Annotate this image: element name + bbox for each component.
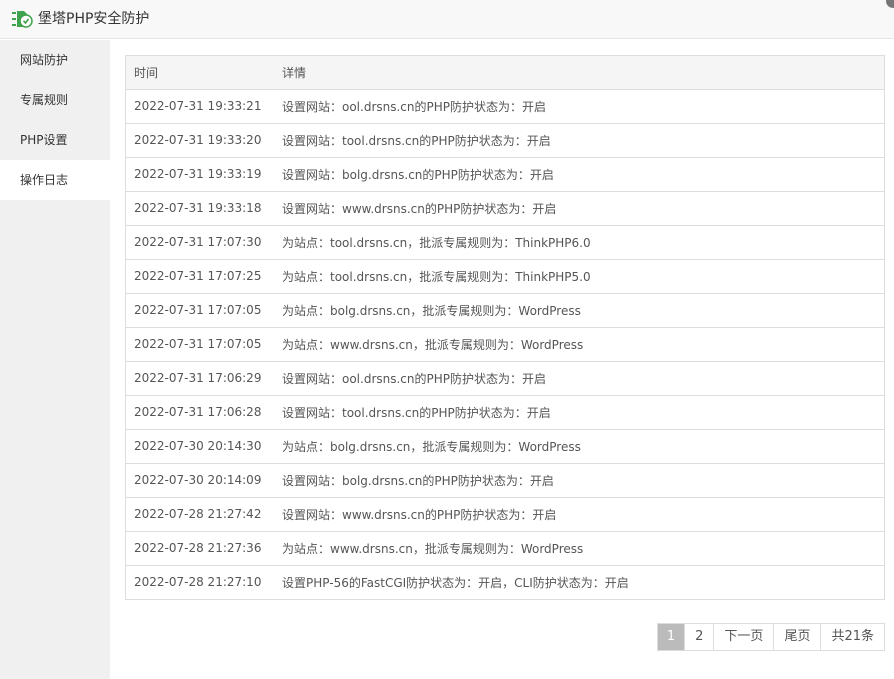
table-row: 2022-07-31 17:06:28 设置网站：tool.drsns.cn的PH… [126, 395, 884, 429]
next-page-button[interactable]: 下一页 [713, 624, 774, 650]
time-cell: 2022-07-31 17:06:28 [134, 405, 262, 419]
column-header-time: 时间 [134, 65, 159, 80]
close-icon[interactable] [886, 0, 894, 8]
time-cell: 2022-07-31 17:07:05 [134, 303, 262, 317]
time-cell: 2022-07-30 20:14:09 [134, 473, 262, 487]
detail-cell: 为站点：tool.drsns.cn，批派专属规则为：ThinkPHP5.0 [282, 269, 591, 284]
time-cell: 2022-07-31 17:06:29 [134, 371, 262, 385]
table-header-row: 时间 详情 [126, 56, 884, 89]
time-cell: 2022-07-31 19:33:20 [134, 133, 262, 147]
time-cell: 2022-07-31 17:07:05 [134, 337, 262, 351]
main-panel: 时间 详情 2022-07-31 19:33:21 设置网站：ool.drsns.… [110, 40, 894, 679]
detail-cell: 设置网站：ool.drsns.cn的PHP防护状态为：开启 [282, 99, 547, 114]
sidebar-item-operation-log[interactable]: 操作日志 [0, 160, 110, 200]
detail-cell: 为站点：tool.drsns.cn，批派专属规则为：ThinkPHP6.0 [282, 235, 591, 250]
page-1-button[interactable]: 1 [657, 624, 685, 650]
table-row: 2022-07-31 17:07:30 为站点：tool.drsns.cn，批派专… [126, 225, 884, 259]
time-cell: 2022-07-31 19:33:18 [134, 201, 262, 215]
log-table: 时间 详情 2022-07-31 19:33:21 设置网站：ool.drsns.… [126, 56, 884, 599]
table-row: 2022-07-31 19:33:18 设置网站：www.drsns.cn的PHP… [126, 191, 884, 225]
time-cell: 2022-07-28 21:27:10 [134, 575, 262, 590]
detail-cell: 设置网站：ool.drsns.cn的PHP防护状态为：开启 [282, 371, 547, 386]
table-row: 2022-07-31 19:33:21 设置网站：ool.drsns.cn的PHP… [126, 89, 884, 123]
sidebar-item-site-protection[interactable]: 网站防护 [0, 40, 110, 80]
time-cell: 2022-07-31 17:07:25 [134, 269, 262, 283]
sidebar-item-exclusive-rules[interactable]: 专属规则 [0, 80, 110, 120]
table-row: 2022-07-31 17:07:05 为站点：bolg.drsns.cn，批派专… [126, 293, 884, 327]
time-cell: 2022-07-31 17:07:30 [134, 235, 262, 249]
detail-cell: 为站点：bolg.drsns.cn，批派专属规则为：WordPress [282, 439, 581, 454]
sidebar-item-php-settings[interactable]: PHP设置 [0, 120, 110, 160]
detail-cell: 为站点：www.drsns.cn，批派专属规则为：WordPress [282, 541, 584, 556]
app-title: 堡塔PHP安全防护 [38, 11, 150, 27]
detail-cell: 设置网站：www.drsns.cn的PHP防护状态为：开启 [282, 201, 557, 216]
detail-cell: 设置网站：tool.drsns.cn的PHP防护状态为：开启 [282, 133, 551, 148]
detail-cell: 为站点：www.drsns.cn，批派专属规则为：WordPress [282, 337, 584, 352]
detail-cell: 设置网站：tool.drsns.cn的PHP防护状态为：开启 [282, 405, 551, 420]
table-row: 2022-07-28 21:27:36 为站点：www.drsns.cn，批派专属… [126, 531, 884, 565]
table-row: 2022-07-28 21:27:42 设置网站：www.drsns.cn的PHP… [126, 497, 884, 531]
detail-cell: 设置PHP-56的FastCGI防护状态为：开启，CLI防护状态为：开启 [282, 575, 629, 590]
table-row: 2022-07-31 19:33:20 设置网站：tool.drsns.cn的PH… [126, 123, 884, 157]
time-cell: 2022-07-31 19:33:19 [134, 167, 262, 181]
bt-logo-icon [12, 11, 33, 28]
table-row: 2022-07-30 20:14:30 为站点：bolg.drsns.cn，批派专… [126, 429, 884, 463]
table-row: 2022-07-30 20:14:09 设置网站：bolg.drsns.cn的PH… [126, 463, 884, 497]
title-bar: 堡塔PHP安全防护 [0, 0, 894, 39]
detail-cell: 设置网站：www.drsns.cn的PHP防护状态为：开启 [282, 507, 557, 522]
detail-cell: 设置网站：bolg.drsns.cn的PHP防护状态为：开启 [282, 167, 554, 182]
time-cell: 2022-07-31 19:33:21 [134, 99, 262, 113]
sidebar: 网站防护 专属规则 PHP设置 操作日志 [0, 40, 110, 679]
total-count: 共21条 [820, 624, 884, 650]
time-cell: 2022-07-28 21:27:36 [134, 541, 262, 555]
detail-cell: 设置网站：bolg.drsns.cn的PHP防护状态为：开启 [282, 473, 554, 488]
table-row: 2022-07-31 17:06:29 设置网站：ool.drsns.cn的PHP… [126, 361, 884, 395]
last-page-button[interactable]: 尾页 [773, 624, 821, 650]
table-row: 2022-07-31 17:07:05 为站点：www.drsns.cn，批派专属… [126, 327, 884, 361]
table-row: 2022-07-31 19:33:19 设置网站：bolg.drsns.cn的PH… [126, 157, 884, 191]
time-cell: 2022-07-30 20:14:30 [134, 439, 262, 453]
detail-cell: 为站点：bolg.drsns.cn，批派专属规则为：WordPress [282, 303, 581, 318]
column-header-detail: 详情 [282, 65, 307, 80]
table-row: 2022-07-31 17:07:25 为站点：tool.drsns.cn，批派专… [126, 259, 884, 293]
time-cell: 2022-07-28 21:27:42 [134, 507, 262, 521]
page-2-button[interactable]: 2 [684, 624, 714, 650]
log-table-container: 时间 详情 2022-07-31 19:33:21 设置网站：ool.drsns.… [125, 55, 885, 600]
pagination: 1 2 下一页 尾页 共21条 [656, 623, 885, 651]
table-row: 2022-07-28 21:27:10 设置PHP-56的FastCGI防护状态为… [126, 565, 884, 599]
